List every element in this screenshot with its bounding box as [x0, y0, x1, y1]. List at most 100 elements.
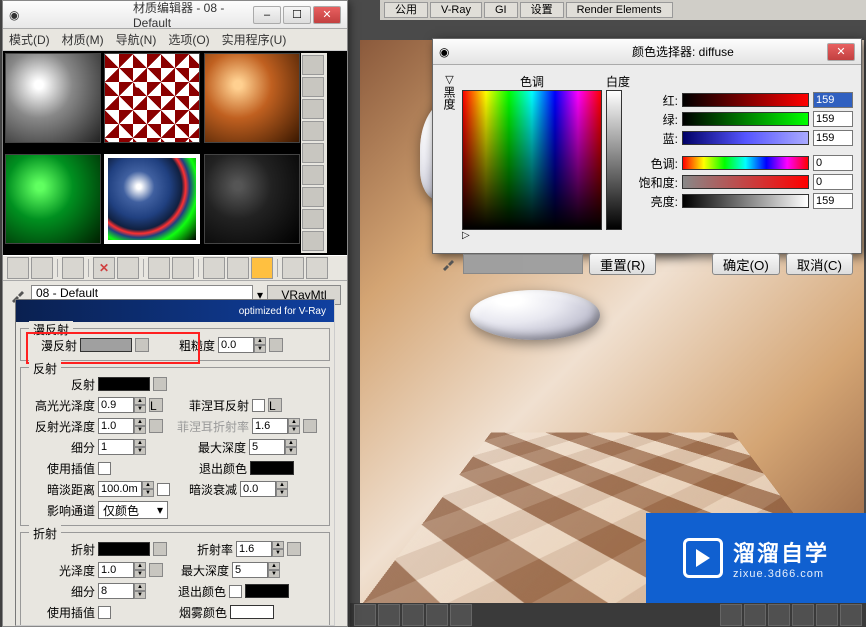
reset-map-icon[interactable]: ✕: [93, 257, 115, 279]
tab-common[interactable]: 公用: [384, 2, 428, 18]
ok-button[interactable]: 确定(O): [712, 253, 780, 275]
vp-tool-6[interactable]: [720, 604, 742, 626]
fresnel-checkbox[interactable]: [252, 399, 265, 412]
vp-tool-10[interactable]: [816, 604, 838, 626]
make-unique-icon[interactable]: [148, 257, 170, 279]
sample-slot-1[interactable]: [5, 53, 101, 143]
use-interp-checkbox[interactable]: [98, 462, 111, 475]
vp-tool-5[interactable]: [450, 604, 472, 626]
vp-tool-7[interactable]: [744, 604, 766, 626]
show-end-result-icon[interactable]: [251, 257, 273, 279]
sample-slot-4[interactable]: [5, 154, 101, 244]
sample-slot-2[interactable]: [104, 53, 200, 143]
refr-max-depth-spinner[interactable]: ▲▼: [232, 562, 280, 578]
color-picker-titlebar[interactable]: ◉ 颜色选择器: diffuse ✕: [433, 39, 861, 65]
refr-exit-checkbox[interactable]: [229, 585, 242, 598]
vp-tool-9[interactable]: [792, 604, 814, 626]
background-icon[interactable]: [302, 99, 324, 119]
refract-map-button[interactable]: [153, 542, 167, 556]
tab-vray[interactable]: V-Ray: [430, 2, 482, 18]
material-id-icon[interactable]: [203, 257, 225, 279]
roughness-map-button[interactable]: [269, 338, 283, 352]
diffuse-map-button[interactable]: [135, 338, 149, 352]
reflect-map-button[interactable]: [153, 377, 167, 391]
gloss-spinner[interactable]: ▲▼: [98, 562, 146, 578]
video-check-icon[interactable]: [302, 165, 324, 185]
select-by-mat-icon[interactable]: [302, 231, 324, 251]
whiteness-bar[interactable]: [606, 90, 622, 230]
show-map-icon[interactable]: [227, 257, 249, 279]
subdiv-spinner[interactable]: ▲▼: [98, 439, 146, 455]
tab-gi[interactable]: GI: [484, 2, 518, 18]
sample-slot-5-selected[interactable]: [104, 154, 200, 244]
menu-options[interactable]: 选项(O): [168, 31, 209, 48]
current-color-swatch[interactable]: [463, 254, 583, 274]
affect-channels-dropdown[interactable]: 仅颜色▾: [98, 501, 168, 519]
dim-falloff-spinner[interactable]: ▲▼: [240, 481, 288, 497]
menu-utilities[interactable]: 实用程序(U): [222, 31, 287, 48]
hue-input[interactable]: [813, 155, 853, 171]
sample-slot-6[interactable]: [204, 154, 300, 244]
vp-tool-11[interactable]: [840, 604, 862, 626]
diffuse-swatch[interactable]: [80, 338, 132, 352]
roughness-input[interactable]: [218, 337, 254, 353]
close-button[interactable]: ✕: [827, 43, 855, 61]
max-depth-spinner[interactable]: ▲▼: [249, 439, 297, 455]
fresnel-ior-map-button[interactable]: [303, 419, 317, 433]
refl-gloss-map-button[interactable]: [149, 419, 163, 433]
tab-settings[interactable]: 设置: [520, 2, 564, 18]
material-editor-titlebar[interactable]: ◉ 材质编辑器 - 08 - Default – ☐ ✕: [3, 1, 347, 29]
colorbar-icon[interactable]: [302, 143, 324, 163]
ior-spinner[interactable]: ▲▼: [236, 541, 284, 557]
dim-dist-spinner[interactable]: ▲▼: [98, 481, 154, 497]
put-to-library-icon[interactable]: [172, 257, 194, 279]
menu-navigate[interactable]: 导航(N): [116, 31, 157, 48]
refl-gloss-spinner[interactable]: ▲▼: [98, 418, 146, 434]
menu-mode[interactable]: 模式(D): [9, 31, 50, 48]
put-to-scene-icon[interactable]: [31, 257, 53, 279]
sample-uv-icon[interactable]: [302, 121, 324, 141]
green-input[interactable]: [813, 111, 853, 127]
vp-tool-3[interactable]: [402, 604, 424, 626]
val-input[interactable]: [813, 193, 853, 209]
vp-tool-2[interactable]: [378, 604, 400, 626]
val-slider[interactable]: [682, 194, 809, 208]
fresnel-lock-button[interactable]: L: [268, 398, 282, 412]
blue-slider[interactable]: [682, 131, 809, 145]
dim-dist-checkbox[interactable]: [157, 483, 170, 496]
fog-color-swatch[interactable]: [230, 605, 274, 619]
tab-render-elements[interactable]: Render Elements: [566, 2, 673, 18]
sat-input[interactable]: [813, 174, 853, 190]
make-preview-icon[interactable]: [302, 187, 324, 207]
maximize-button[interactable]: ☐: [283, 6, 311, 24]
vp-tool-1[interactable]: [354, 604, 376, 626]
close-button[interactable]: ✕: [313, 6, 341, 24]
fresnel-ior-spinner[interactable]: ▲▼: [252, 418, 300, 434]
green-slider[interactable]: [682, 112, 809, 126]
menu-material[interactable]: 材质(M): [62, 31, 104, 48]
go-parent-icon[interactable]: [282, 257, 304, 279]
get-material-icon[interactable]: [7, 257, 29, 279]
gloss-map-button[interactable]: [149, 563, 163, 577]
reset-button[interactable]: 重置(R): [589, 253, 656, 275]
reflect-swatch[interactable]: [98, 377, 150, 391]
ior-map-button[interactable]: [287, 542, 301, 556]
sample-type-icon[interactable]: [302, 55, 324, 75]
refract-swatch[interactable]: [98, 542, 150, 556]
vp-tool-8[interactable]: [768, 604, 790, 626]
exit-color-swatch[interactable]: [250, 461, 294, 475]
sample-slot-3[interactable]: [204, 53, 300, 143]
make-copy-icon[interactable]: [117, 257, 139, 279]
refr-use-interp-checkbox[interactable]: [98, 606, 111, 619]
cancel-button[interactable]: 取消(C): [786, 253, 853, 275]
assign-to-selection-icon[interactable]: [62, 257, 84, 279]
refr-subdiv-spinner[interactable]: ▲▼: [98, 583, 146, 599]
eyedropper-icon[interactable]: [441, 255, 457, 274]
hue-slider[interactable]: [682, 156, 809, 170]
go-forward-icon[interactable]: [306, 257, 328, 279]
color-gradient[interactable]: [462, 90, 602, 230]
hilight-lock-button[interactable]: L: [149, 398, 163, 412]
vp-tool-4[interactable]: [426, 604, 448, 626]
refr-exit-swatch[interactable]: [245, 584, 289, 598]
red-input[interactable]: [813, 92, 853, 108]
